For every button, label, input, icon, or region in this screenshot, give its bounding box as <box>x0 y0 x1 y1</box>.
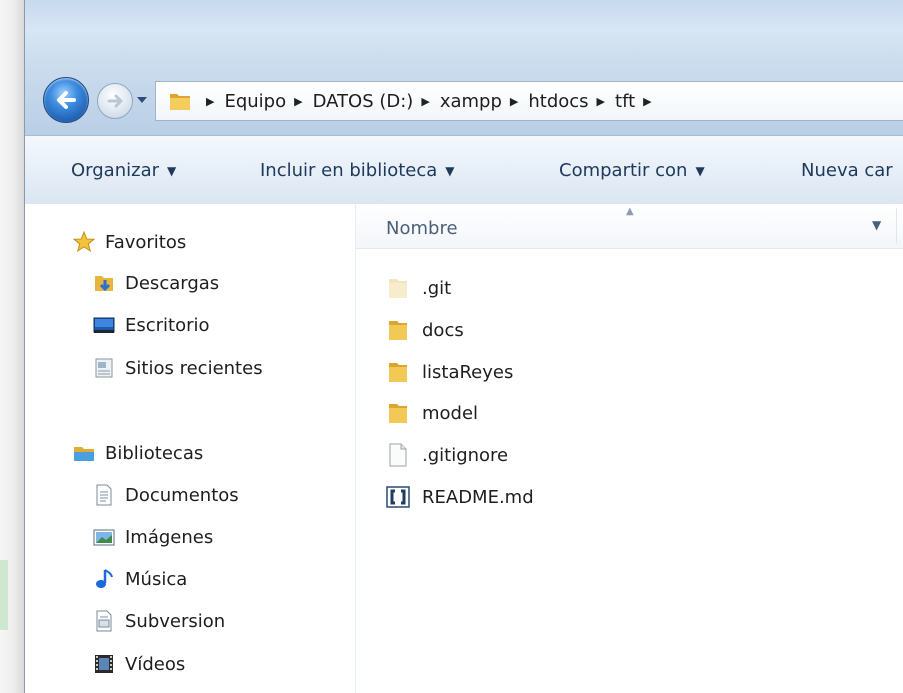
include-in-library-button[interactable]: Incluir en biblioteca ▼ <box>260 160 455 181</box>
breadcrumb-xampp[interactable]: xampp ▶ <box>440 91 529 112</box>
folder-icon <box>168 89 192 113</box>
nav-desktop[interactable]: Escritorio <box>93 314 210 336</box>
breadcrumb-equipo[interactable]: Equipo ▶ <box>224 91 312 112</box>
breadcrumb-arrow-icon[interactable]: ▶ <box>294 95 302 108</box>
file-item-git[interactable]: .git <box>386 276 451 300</box>
folder-icon <box>386 318 410 342</box>
nav-videos[interactable]: Vídeos <box>93 653 185 675</box>
column-dropdown-icon[interactable]: ▼ <box>872 218 881 232</box>
nav-music[interactable]: Música <box>93 568 187 590</box>
background-window-edge <box>0 0 24 693</box>
file-item-gitignore[interactable]: .gitignore <box>386 443 508 467</box>
chevron-down-icon <box>137 97 147 103</box>
nav-recent-places[interactable]: Sitios recientes <box>93 357 263 379</box>
nav-subversion[interactable]: Subversion <box>93 610 225 632</box>
downloads-folder-icon <box>93 272 115 294</box>
navigation-pane: Favoritos Descargas Escritorio Sitios re… <box>25 204 355 693</box>
music-note-icon <box>93 568 115 590</box>
forward-button[interactable] <box>97 83 133 119</box>
nav-downloads[interactable]: Descargas <box>93 272 219 294</box>
star-icon <box>73 231 95 253</box>
file-list-pane: ▲ Nombre ▼ .git docs listaReyes model .g… <box>355 204 903 693</box>
sort-ascending-icon: ▲ <box>626 206 634 217</box>
nav-favorites[interactable]: Favoritos <box>73 231 186 253</box>
text-file-icon <box>386 443 410 467</box>
video-film-icon <box>93 653 115 675</box>
breadcrumb-arrow-icon[interactable]: ▶ <box>421 95 429 108</box>
back-arrow-icon <box>57 91 76 109</box>
breadcrumb-datos[interactable]: DATOS (D:) ▶ <box>313 91 440 112</box>
chevron-down-icon: ▼ <box>445 163 455 178</box>
title-bar: ▶ Equipo ▶ DATOS (D:) ▶ xampp ▶ htdocs ▶ tft… <box>25 0 903 135</box>
breadcrumb-arrow-icon[interactable]: ▶ <box>597 95 605 108</box>
file-item-listareyes[interactable]: listaReyes <box>386 360 513 384</box>
command-bar: Organizar ▼ Incluir en biblioteca ▼ Compar… <box>25 135 903 205</box>
back-button[interactable] <box>43 77 89 123</box>
breadcrumb-arrow-icon[interactable]: ▶ <box>643 95 651 108</box>
subversion-library-icon <box>93 610 115 632</box>
breadcrumb-htdocs[interactable]: htdocs ▶ <box>528 91 615 112</box>
navigation-bar: ▶ Equipo ▶ DATOS (D:) ▶ xampp ▶ htdocs ▶ tft… <box>37 74 903 126</box>
recent-places-icon <box>93 357 115 379</box>
images-icon <box>93 526 115 548</box>
nav-documents[interactable]: Documentos <box>93 484 239 506</box>
column-header-name[interactable]: ▲ Nombre ▼ <box>356 204 903 249</box>
markdown-file-icon <box>386 485 410 509</box>
folder-icon <box>386 401 410 425</box>
forward-arrow-icon <box>107 94 123 108</box>
nav-libraries[interactable]: Bibliotecas <box>73 442 203 464</box>
chevron-down-icon: ▼ <box>167 163 177 178</box>
file-item-model[interactable]: model <box>386 401 478 425</box>
file-item-readme[interactable]: README.md <box>386 485 534 509</box>
recent-pages-button[interactable] <box>135 92 149 108</box>
libraries-icon <box>73 442 95 464</box>
breadcrumb-arrow-icon[interactable]: ▶ <box>510 95 518 108</box>
background-accent <box>0 560 8 630</box>
desktop-icon <box>93 314 115 336</box>
explorer-window: ▶ Equipo ▶ DATOS (D:) ▶ xampp ▶ htdocs ▶ tft… <box>24 0 903 693</box>
address-bar[interactable]: ▶ Equipo ▶ DATOS (D:) ▶ xampp ▶ htdocs ▶ tft… <box>155 81 903 121</box>
breadcrumb-tft[interactable]: tft ▶ <box>615 91 662 112</box>
documents-icon <box>93 484 115 506</box>
new-folder-button[interactable]: Nueva car <box>801 160 893 181</box>
column-divider[interactable] <box>896 208 897 244</box>
file-item-docs[interactable]: docs <box>386 318 464 342</box>
organize-menu-button[interactable]: Organizar ▼ <box>71 160 176 181</box>
chevron-down-icon: ▼ <box>695 163 705 178</box>
share-with-button[interactable]: Compartir con ▼ <box>559 160 705 181</box>
breadcrumb-root-arrow[interactable]: ▶ <box>198 95 224 108</box>
folder-icon <box>386 360 410 384</box>
nav-images[interactable]: Imágenes <box>93 526 213 548</box>
folder-faded-icon <box>386 276 410 300</box>
